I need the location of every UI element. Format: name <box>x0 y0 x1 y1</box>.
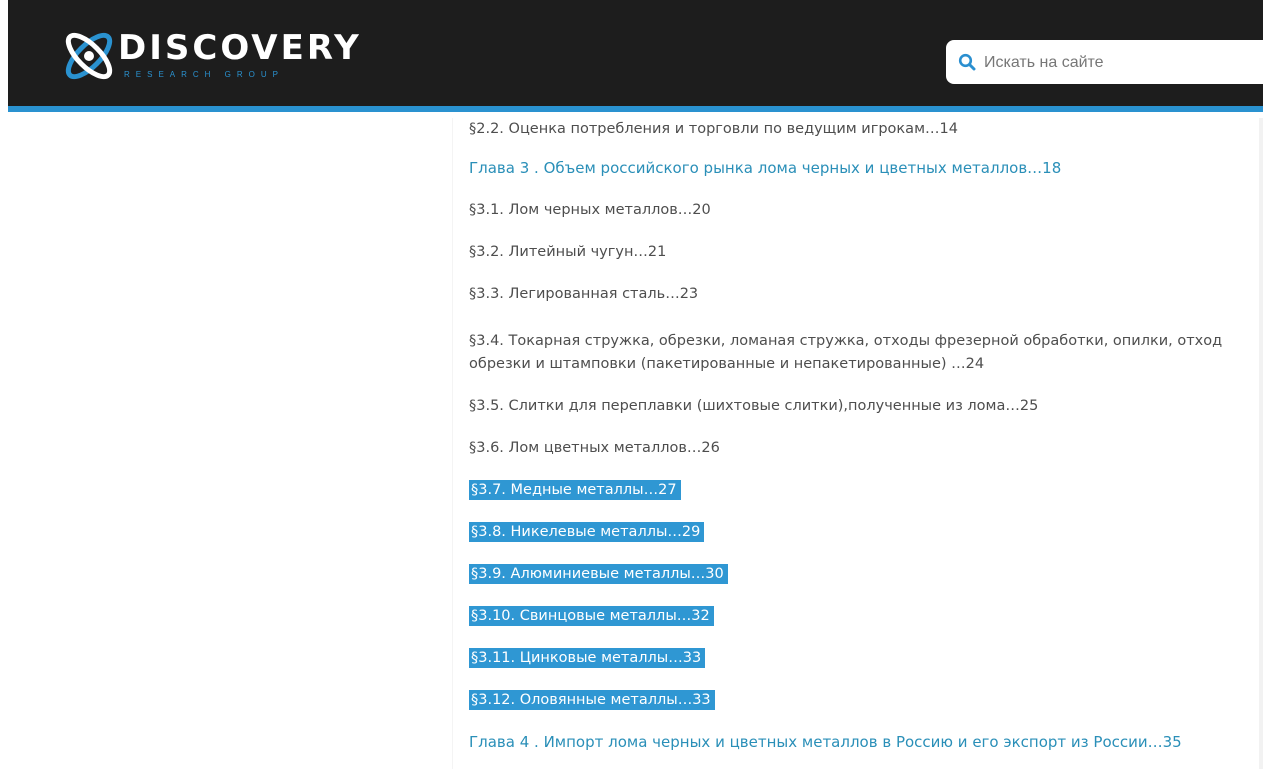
logo-title: DISCOVERY <box>118 28 362 68</box>
toc-item-text: §3.1. Лом черных металлов…20 <box>469 202 711 218</box>
toc-item-text: Глава 4 . Импорт лома черных и цветных м… <box>469 733 1182 751</box>
toc-item-text: §3.3. Легированная сталь…23 <box>469 286 699 302</box>
toc-item[interactable]: §2.2. Оценка потребления и торговли по в… <box>469 115 958 137</box>
table-of-contents: §2.2. Оценка потребления и торговли по в… <box>453 0 1263 769</box>
toc-item-selected[interactable]: §3.8. Никелевые металлы…29 <box>469 522 705 542</box>
toc-item[interactable]: §3.3. Легированная сталь…23 <box>469 284 698 304</box>
toc-item-continuation[interactable]: обрезки и штамповки (пакетированные и не… <box>469 354 984 374</box>
toc-item-text: §3.2. Литейный чугун…21 <box>469 244 667 260</box>
toc-item-text: Глава 3 . Объем российского рынка лома ч… <box>469 159 1062 177</box>
toc-item-text: §3.9. Алюминиевые металлы…30 <box>469 564 728 584</box>
logo[interactable]: DISCOVERY RESEARCH GROUP <box>58 26 359 86</box>
toc-item-text: §3.5. Слитки для переплавки (шихтовые сл… <box>469 398 1039 414</box>
toc-item-text: §3.7. Медные металлы…27 <box>469 480 681 500</box>
toc-item-text: §2.2. Оценка потребления и торговли по в… <box>469 121 958 137</box>
atom-logo-icon <box>65 32 113 80</box>
toc-item[interactable]: §3.5. Слитки для переплавки (шихтовые сл… <box>469 396 1038 416</box>
toc-item-selected[interactable]: §3.9. Алюминиевые металлы…30 <box>469 564 728 584</box>
toc-item[interactable]: §3.6. Лом цветных металлов…26 <box>469 438 720 458</box>
logo-subtitle: RESEARCH GROUP <box>124 70 285 79</box>
toc-item-text: §3.4. Токарная стружка, обрезки, ломаная… <box>469 333 1223 349</box>
toc-item[interactable]: §3.1. Лом черных металлов…20 <box>469 200 711 220</box>
toc-item-selected[interactable]: §3.7. Медные металлы…27 <box>469 480 681 500</box>
toc-chapter[interactable]: Глава 4 . Импорт лома черных и цветных м… <box>469 732 1182 752</box>
toc-item[interactable]: §3.2. Литейный чугун…21 <box>469 242 666 262</box>
toc-item-text: §3.8. Никелевые металлы…29 <box>469 522 705 542</box>
toc-item-selected[interactable]: §3.11. Цинковые металлы…33 <box>469 648 706 668</box>
toc-item-selected[interactable]: §3.10. Свинцовые металлы…32 <box>469 606 714 626</box>
toc-item-text: обрезки и штамповки (пакетированные и не… <box>469 356 985 372</box>
toc-item-text: §3.6. Лом цветных металлов…26 <box>469 440 720 456</box>
toc-chapter[interactable]: Глава 3 . Объем российского рынка лома ч… <box>469 158 1061 178</box>
toc-item-text: §3.11. Цинковые металлы…33 <box>469 648 706 668</box>
toc-item-selected[interactable]: §3.12. Оловянные металлы…33 <box>469 690 715 710</box>
toc-item-text: §3.12. Оловянные металлы…33 <box>469 690 715 710</box>
toc-item[interactable]: §3.4. Токарная стружка, обрезки, ломаная… <box>469 331 1222 351</box>
toc-item-text: §3.10. Свинцовые металлы…32 <box>469 606 714 626</box>
scrollbar-track[interactable] <box>1259 118 1263 769</box>
